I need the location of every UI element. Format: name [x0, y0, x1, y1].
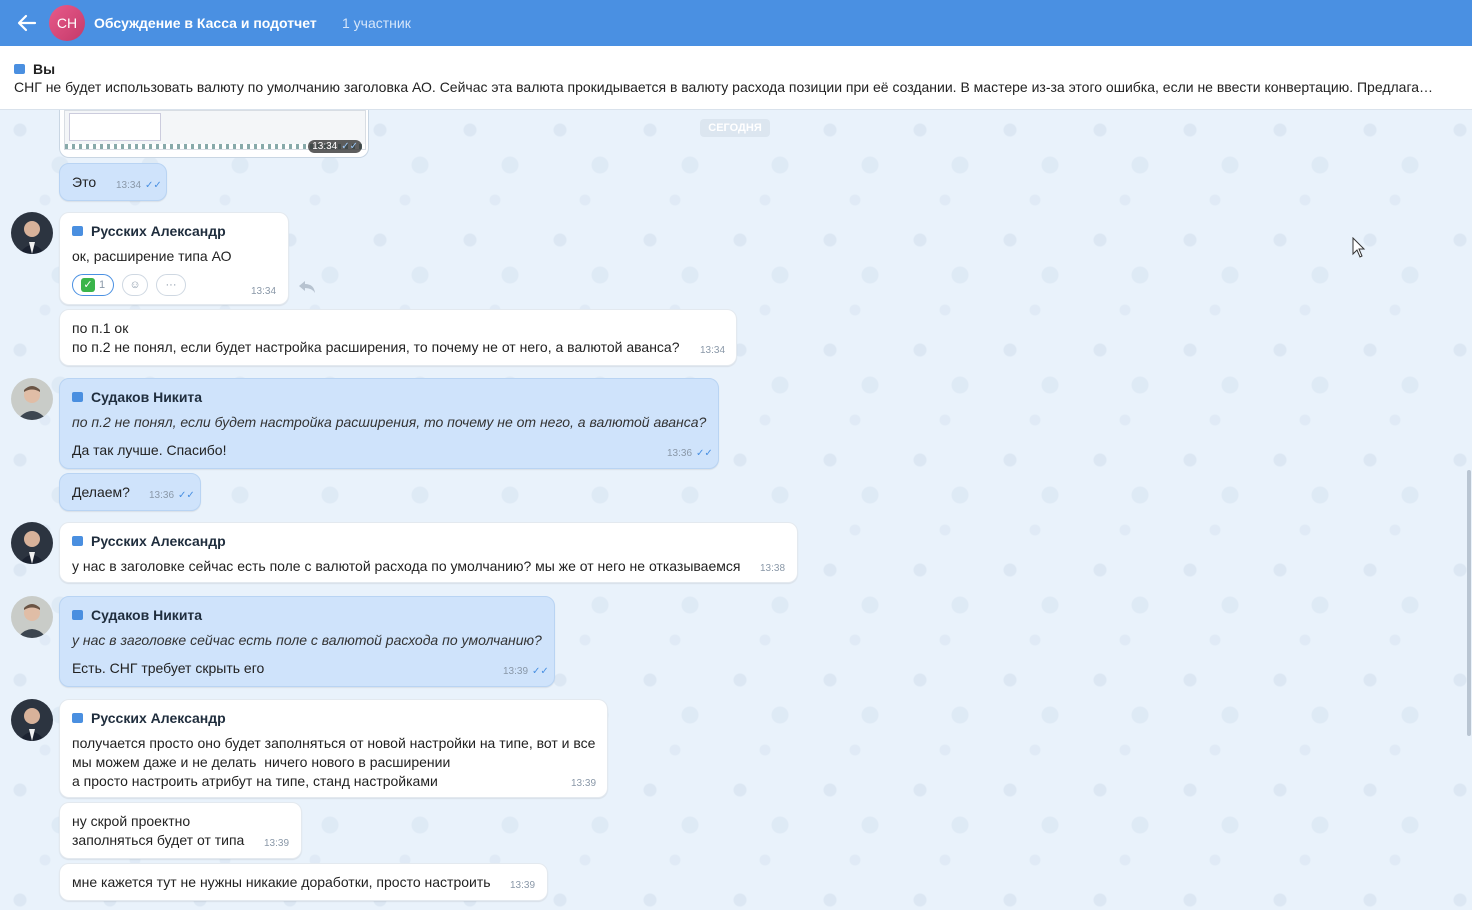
sender-name[interactable]: Русских Александр [72, 223, 226, 239]
message-bubble[interactable]: Это 13:34 ✓✓ [59, 163, 167, 201]
sender-name[interactable]: Русских Александр [72, 533, 226, 549]
message-time: 13:34 [251, 286, 276, 297]
message-bubble[interactable]: по п.1 ок по п.2 не понял, если будет на… [59, 309, 737, 366]
mouse-cursor-icon [1352, 236, 1366, 264]
read-ticks-icon: ✓✓ [532, 666, 549, 677]
message-text: у нас в заголовке сейчас есть поле с вал… [72, 558, 741, 574]
image-message[interactable]: 13:34 ✓✓ [59, 110, 369, 158]
check-emoji-icon: ✓ [80, 278, 95, 292]
sender-name-text: Русских Александр [91, 223, 226, 239]
message-time: 13:36 ✓✓ [667, 448, 713, 459]
avatar[interactable] [11, 699, 53, 741]
avatar[interactable] [11, 212, 53, 254]
message-time-text: 13:36 [149, 490, 175, 501]
message-time-text: 13:39 [510, 880, 536, 891]
chat-header: СН Обсуждение в Касса и подотчет 1 участ… [0, 0, 1472, 46]
message-bubble[interactable]: Делаем? 13:36 ✓✓ [59, 473, 201, 511]
message-bubble[interactable]: мне кажется тут не нужны никакие доработ… [59, 863, 548, 901]
sender-name[interactable]: Судаков Никита [72, 389, 202, 405]
message-text: Это [72, 174, 97, 190]
message-bubble[interactable]: Судаков Никита у нас в заголовке сейчас … [59, 596, 555, 687]
message-text: Делаем? [72, 484, 130, 500]
message-time-text: 13:34 [251, 286, 277, 297]
pinned-author-name: Вы [33, 61, 56, 77]
message-time: 13:34 [700, 345, 725, 356]
message-text: мне кажется тут не нужны никакие доработ… [72, 874, 491, 890]
back-arrow-icon[interactable] [14, 10, 40, 36]
message-time: 13:39 [510, 880, 535, 891]
message-time: 13:36 ✓✓ [149, 490, 195, 501]
message-time: 13:39 [264, 838, 289, 849]
reaction-count: 1 [98, 279, 106, 291]
date-divider: СЕГОДНЯ [700, 119, 770, 137]
sender-name-text: Русских Александр [91, 710, 226, 726]
message-bubble[interactable]: Судаков Никита по п.2 не понял, если буд… [59, 378, 719, 469]
user-icon [14, 64, 25, 74]
pinned-text: СНГ не будет использовать валюту по умол… [14, 79, 1434, 95]
message-text: по п.1 ок по п.2 не понял, если будет на… [72, 320, 680, 355]
message-time: 13:38 [760, 563, 785, 574]
message-text: Да так лучше. Спасибо! [72, 442, 227, 458]
more-button[interactable]: ··· [156, 274, 186, 296]
add-reaction-button[interactable]: ☺ [122, 274, 148, 296]
ellipsis-icon: ··· [165, 279, 177, 291]
reaction-check[interactable]: ✓ 1 [72, 274, 114, 296]
scrollbar[interactable] [1467, 470, 1471, 736]
message-list[interactable]: 13:34 ✓✓ СЕГОДНЯ Это 13:34 ✓✓ Русских Алек… [0, 110, 1472, 910]
message-time-text: 13:36 [667, 448, 693, 459]
user-icon [72, 536, 83, 546]
message-bubble[interactable]: ну скрой проектно заполняться будет от т… [59, 802, 302, 859]
message-text: получается просто оно будет заполняться … [72, 735, 596, 789]
chat-title[interactable]: Обсуждение в Касса и подотчет [94, 15, 317, 31]
chat-avatar[interactable]: СН [49, 5, 85, 41]
message-time: 13:39 ✓✓ [503, 666, 549, 677]
user-icon [72, 226, 83, 236]
message-time-text: 13:34 [116, 180, 142, 191]
user-icon [72, 392, 83, 402]
sender-name[interactable]: Русских Александр [72, 710, 226, 726]
message-bubble[interactable]: Русских Александр у нас в заголовке сейч… [59, 522, 798, 583]
sender-name-text: Судаков Никита [91, 607, 203, 623]
smiley-icon: ☺ [129, 279, 141, 291]
avatar[interactable] [11, 378, 53, 420]
message-bubble[interactable]: Русских Александр ок, расширение типа АО… [59, 212, 289, 305]
message-time: 13:34 ✓✓ [116, 180, 162, 191]
message-time-text: 13:39 [571, 778, 597, 789]
avatar[interactable] [11, 596, 53, 638]
sender-name-text: Судаков Никита [91, 389, 203, 405]
image-time: 13:34 ✓✓ [308, 140, 362, 153]
pinned-author: Вы [14, 61, 55, 77]
user-icon [72, 713, 83, 723]
pinned-message[interactable]: Вы СНГ не будет использовать валюту по у… [0, 46, 1472, 110]
sender-name-text: Русских Александр [91, 533, 226, 549]
message-text: ок, расширение типа АО [72, 248, 232, 264]
quoted-text[interactable]: у нас в заголовке сейчас есть поле с вал… [72, 632, 542, 648]
image-time-text: 13:34 [312, 141, 338, 152]
reply-icon[interactable] [297, 279, 317, 300]
message-time-text: 13:38 [760, 563, 786, 574]
message-time-text: 13:39 [503, 666, 529, 677]
message-bubble[interactable]: Русских Александр получается просто оно … [59, 699, 608, 798]
read-ticks-icon: ✓✓ [178, 490, 195, 501]
message-text: Есть. СНГ требует скрыть его [72, 660, 265, 676]
message-text: ну скрой проектно заполняться будет от т… [72, 813, 245, 848]
message-time-text: 13:39 [264, 838, 290, 849]
read-ticks-icon: ✓✓ [696, 448, 713, 459]
message-time: 13:39 [571, 778, 596, 789]
quoted-text[interactable]: по п.2 не понял, если будет настройка ра… [72, 414, 706, 430]
read-ticks-icon: ✓✓ [145, 180, 162, 191]
message-time-text: 13:34 [700, 345, 726, 356]
user-icon [72, 610, 83, 620]
avatar[interactable] [11, 522, 53, 564]
participants-count[interactable]: 1 участник [342, 15, 411, 31]
sender-name[interactable]: Судаков Никита [72, 607, 202, 623]
